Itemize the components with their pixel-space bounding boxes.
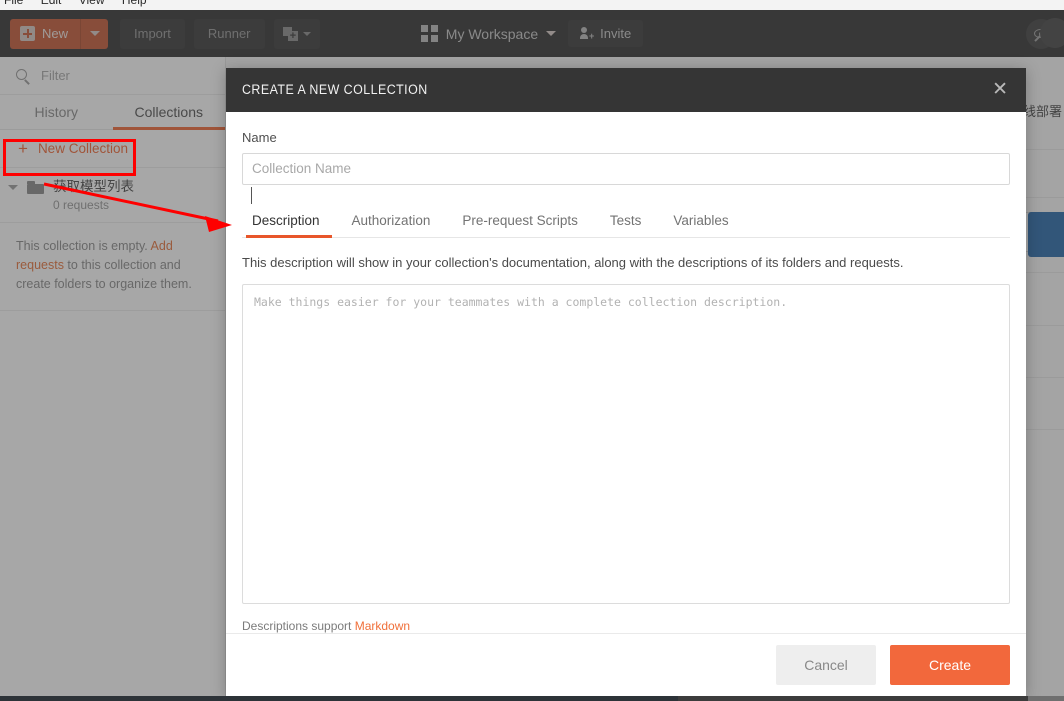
- modal-tabs: Description Authorization Pre-request Sc…: [242, 203, 1010, 238]
- modal-title: CREATE A NEW COLLECTION: [242, 82, 428, 98]
- menu-item-edit[interactable]: Edit: [41, 0, 62, 7]
- menu-item-file[interactable]: File: [4, 0, 23, 7]
- modal-footer: Cancel Create: [226, 632, 1026, 697]
- create-collection-modal: CREATE A NEW COLLECTION ✕ Name Descripti…: [226, 68, 1026, 697]
- tab-variables[interactable]: Variables: [657, 203, 744, 237]
- markdown-note-prefix: Descriptions support: [242, 618, 355, 633]
- menu-item-view[interactable]: View: [79, 0, 105, 7]
- markdown-note: Descriptions support Markdown: [242, 619, 1010, 633]
- modal-body: Name Description Authorization Pre-reque…: [226, 112, 1026, 633]
- create-button[interactable]: Create: [890, 645, 1010, 686]
- tab-pre-request-scripts-label: Pre-request Scripts: [462, 212, 578, 228]
- tab-authorization-label: Authorization: [351, 212, 431, 228]
- tab-description[interactable]: Description: [242, 203, 336, 238]
- tab-tests[interactable]: Tests: [594, 203, 658, 237]
- text-cursor: [251, 186, 252, 204]
- name-field-label: Name: [242, 129, 277, 145]
- description-help-text: This description will show in your colle…: [242, 254, 904, 270]
- app-root: File Edit View Help New Import Runner + …: [0, 0, 1064, 701]
- collection-name-input[interactable]: [242, 152, 1010, 185]
- close-icon[interactable]: ✕: [992, 80, 1008, 99]
- markdown-link[interactable]: Markdown: [355, 619, 410, 633]
- tab-authorization[interactable]: Authorization: [336, 203, 447, 237]
- postman-window: New Import Runner + My Workspace + Invit…: [0, 10, 1064, 697]
- tab-pre-request-scripts[interactable]: Pre-request Scripts: [446, 203, 594, 237]
- modal-header: CREATE A NEW COLLECTION ✕: [226, 68, 1026, 112]
- tab-description-label: Description: [252, 212, 320, 228]
- description-textarea[interactable]: [242, 283, 1010, 604]
- cancel-button[interactable]: Cancel: [776, 645, 876, 686]
- annotation-highlight-box: [3, 139, 136, 176]
- menu-item-help[interactable]: Help: [122, 0, 147, 7]
- app-body: History Collections + New Collection: [0, 10, 1064, 697]
- os-taskbar: [0, 696, 1064, 701]
- os-menu-bar: File Edit View Help: [0, 0, 1064, 10]
- tab-tests-label: Tests: [609, 212, 642, 228]
- tab-variables-label: Variables: [673, 212, 729, 228]
